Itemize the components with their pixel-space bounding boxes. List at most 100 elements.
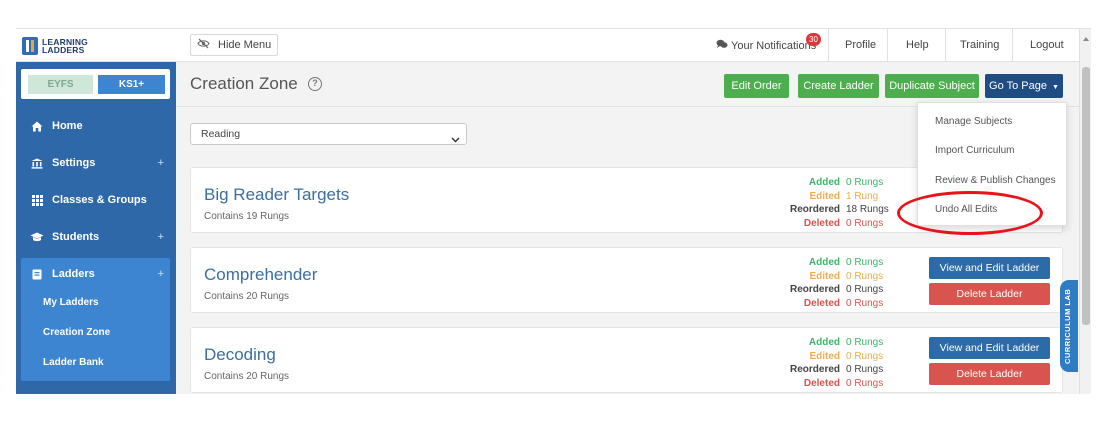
comments-icon (716, 39, 728, 52)
app-window: LEARNING LADDERS Hide Menu Your Notifica… (16, 28, 1091, 394)
stat-edited-label: Edited (809, 190, 840, 202)
stat-added-label: Added (808, 177, 840, 188)
create-ladder-button[interactable]: Create Ladder (798, 74, 879, 98)
ladder-card: Decoding Contains 20 Rungs Added 0 Rungs … (190, 327, 1063, 393)
logo-mark-icon (22, 37, 38, 55)
eye-slash-icon (197, 38, 210, 52)
ladder-rung-count: Contains 20 Rungs (204, 291, 290, 302)
menu-item-import-curriculum[interactable]: Import Curriculum (935, 145, 1014, 156)
page-title: Creation Zone (190, 74, 298, 93)
stat-reordered-value: 18 Rungs (846, 204, 889, 215)
scrollbar-thumb[interactable] (1082, 67, 1090, 325)
sidebar-subitem-my-ladders[interactable]: My Ladders (43, 297, 99, 308)
help-link[interactable]: Help (906, 39, 929, 51)
caret-down-icon: ▼ (1052, 84, 1059, 91)
view-edit-ladder-button[interactable]: View and Edit Ladder (929, 337, 1050, 359)
edit-order-button[interactable]: Edit Order (724, 74, 789, 98)
topbar-divider (828, 29, 829, 62)
go-to-page-button[interactable]: Go To Page ▼ (985, 74, 1063, 98)
stat-reordered-label: Reordered (789, 284, 840, 295)
stat-added-label: Added (808, 337, 840, 348)
sidebar-item-classes-groups[interactable]: Classes & Groups (16, 184, 176, 216)
subject-select-value: Reading (201, 128, 241, 140)
sidebar-item-home[interactable]: Home (16, 110, 176, 142)
stat-edited-label: Edited (809, 270, 840, 282)
curriculum-lab-label: CURRICULUM LAB (1063, 288, 1072, 364)
ladder-rung-count: Contains 19 Rungs (204, 211, 290, 222)
stat-edited-label: Edited (809, 350, 840, 362)
stat-edited-value: 1 Rung (846, 190, 879, 202)
delete-ladder-button[interactable]: Delete Ladder (929, 363, 1050, 385)
notifications-label: Your Notifications (731, 39, 817, 52)
sidebar-item-settings[interactable]: Settings + (16, 147, 176, 179)
curriculum-lab-tab[interactable]: CURRICULUM LAB (1060, 280, 1078, 372)
sidebar: EYFS KS1+ Home Settings + Classes & Grou… (16, 62, 176, 394)
notifications-count-badge: 30 (806, 33, 821, 46)
sidebar-subitem-creation-zone[interactable]: Creation Zone (43, 327, 110, 338)
duplicate-subject-button[interactable]: Duplicate Subject (885, 74, 979, 98)
stat-added-value: 0 Rungs (846, 337, 884, 348)
stat-reordered-value: 0 Rungs (846, 364, 884, 375)
sidebar-subitem-ladder-bank[interactable]: Ladder Bank (43, 357, 104, 368)
hide-menu-button[interactable]: Hide Menu (190, 34, 278, 56)
ladder-title[interactable]: Decoding (204, 345, 276, 365)
menu-item-review-publish[interactable]: Review & Publish Changes (935, 175, 1056, 186)
chevron-down-icon (451, 130, 460, 150)
sidebar-item-label: Settings (52, 157, 96, 169)
sidebar-item-label: Home (52, 120, 83, 132)
expand-icon[interactable]: + (158, 157, 164, 169)
home-icon (28, 121, 46, 132)
stat-deleted-label: Deleted (803, 377, 840, 389)
level-ks1-toggle[interactable]: KS1+ (98, 75, 165, 94)
ladder-change-stats: Added 0 Rungs Edited 0 Rungs Reordered 0 Ru… (761, 256, 901, 310)
sidebar-item-ladders[interactable]: Ladders + (16, 258, 176, 290)
stat-reordered-label: Reordered (789, 204, 840, 215)
logout-link[interactable]: Logout (1030, 39, 1064, 51)
stat-added-value: 0 Rungs (846, 177, 884, 188)
subject-select[interactable]: Reading (190, 123, 467, 145)
grid-icon (28, 194, 46, 206)
sidebar-item-label: Classes & Groups (52, 194, 147, 206)
scroll-up-arrow-icon[interactable] (1083, 37, 1089, 41)
notifications-link[interactable]: Your Notifications (716, 39, 816, 52)
topbar-divider (1012, 29, 1013, 62)
ladder-card: Comprehender Contains 20 Rungs Added 0 Ru… (190, 247, 1063, 313)
page-header: Creation Zone ? Edit Order Create Ladder… (176, 62, 1079, 107)
stat-deleted-value: 0 Rungs (846, 297, 884, 309)
sidebar-item-label: Students (52, 231, 100, 243)
stat-deleted-value: 0 Rungs (846, 377, 884, 389)
ladder-rung-count: Contains 20 Rungs (204, 371, 290, 382)
ladder-change-stats: Added 0 Rungs Edited 0 Rungs Reordered 0 Ru… (761, 336, 901, 390)
stat-reordered-value: 0 Rungs (846, 284, 884, 295)
book-icon (28, 269, 46, 280)
expand-icon[interactable]: + (158, 231, 164, 243)
topbar-divider (945, 29, 946, 62)
hide-menu-label: Hide Menu (218, 39, 272, 51)
help-icon[interactable]: ? (308, 77, 322, 91)
vertical-scrollbar[interactable] (1079, 29, 1091, 394)
stat-edited-value: 0 Rungs (846, 270, 884, 282)
stat-reordered-label: Reordered (789, 364, 840, 375)
expand-icon[interactable]: + (158, 268, 164, 280)
highlight-annotation-ellipse (897, 191, 1043, 235)
profile-link[interactable]: Profile (845, 39, 876, 51)
sidebar-item-label: Ladders (52, 268, 95, 280)
stat-deleted-label: Deleted (803, 297, 840, 309)
training-link[interactable]: Training (960, 39, 999, 51)
sidebar-item-students[interactable]: Students + (16, 221, 176, 253)
ladder-title[interactable]: Big Reader Targets (204, 185, 349, 205)
graduation-cap-icon (28, 232, 46, 242)
go-to-page-label: Go To Page (989, 80, 1047, 92)
stat-added-label: Added (808, 257, 840, 268)
learning-ladders-logo[interactable]: LEARNING LADDERS (22, 35, 88, 57)
top-bar: LEARNING LADDERS Hide Menu Your Notifica… (16, 29, 1091, 62)
level-switcher: EYFS KS1+ (21, 69, 170, 99)
menu-item-manage-subjects[interactable]: Manage Subjects (935, 116, 1012, 127)
bank-icon (28, 158, 46, 169)
level-eyfs-toggle[interactable]: EYFS (28, 75, 93, 94)
stat-deleted-value: 0 Rungs (846, 217, 884, 229)
ladder-title[interactable]: Comprehender (204, 265, 317, 285)
delete-ladder-button[interactable]: Delete Ladder (929, 283, 1050, 305)
topbar-divider (887, 29, 888, 62)
view-edit-ladder-button[interactable]: View and Edit Ladder (929, 257, 1050, 279)
